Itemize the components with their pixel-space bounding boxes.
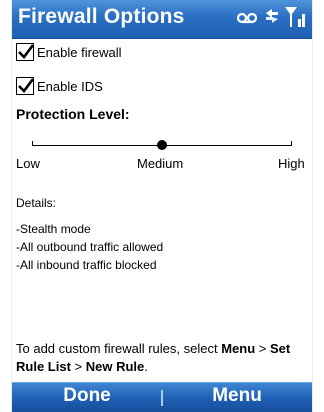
level-medium-label: Medium [137, 156, 184, 171]
hint-sep: > [255, 341, 270, 356]
checkmark-icon [18, 44, 35, 59]
detail-line: -All outbound traffic allowed [16, 240, 164, 254]
slider-thumb[interactable] [157, 140, 167, 150]
voicemail-icon [236, 10, 260, 29]
signal-strength-icon [284, 5, 306, 34]
hint-new-rule: New Rule [85, 359, 145, 374]
title-bar: Firewall Options [12, 0, 312, 39]
status-icons [236, 6, 306, 32]
phone-screen: Firewall Options Enable firewall Enable … [12, 0, 312, 412]
hint-menu: Menu [221, 341, 256, 356]
content-area: Enable firewall Enable IDS Protection Le… [12, 38, 312, 374]
protection-level-label: Protection Level: [16, 106, 130, 122]
level-low-label: Low [16, 156, 40, 171]
softkey-divider [161, 390, 163, 406]
enable-ids-checkbox[interactable] [16, 77, 35, 95]
hint-prefix: To add custom firewall rules, select [16, 341, 222, 356]
hint-suffix: . [144, 359, 148, 374]
protection-level-slider[interactable] [32, 136, 292, 156]
enable-firewall-checkbox[interactable] [16, 43, 35, 61]
window-title: Firewall Options [18, 5, 185, 28]
details-label: Details: [16, 196, 57, 210]
custom-rules-hint: To add custom firewall rules, select Men… [16, 340, 308, 376]
slider-tick-low [32, 141, 33, 146]
connectivity-icon [263, 7, 281, 32]
detail-line: -Stealth mode [16, 222, 91, 236]
soft-key-bar: Done Menu [12, 382, 312, 412]
hint-sep: > [70, 359, 86, 374]
enable-firewall-label: Enable firewall [37, 44, 122, 60]
checkmark-icon [18, 78, 35, 93]
enable-ids-label: Enable IDS [37, 78, 103, 94]
menu-softkey[interactable]: Menu [167, 385, 307, 407]
slider-tick-high [291, 141, 292, 146]
done-softkey[interactable]: Done [17, 385, 157, 407]
enable-ids-row[interactable]: Enable IDS [16, 75, 103, 97]
detail-line: -All inbound traffic blocked [16, 258, 157, 272]
enable-firewall-row[interactable]: Enable firewall [16, 41, 122, 63]
level-high-label: High [278, 156, 305, 171]
